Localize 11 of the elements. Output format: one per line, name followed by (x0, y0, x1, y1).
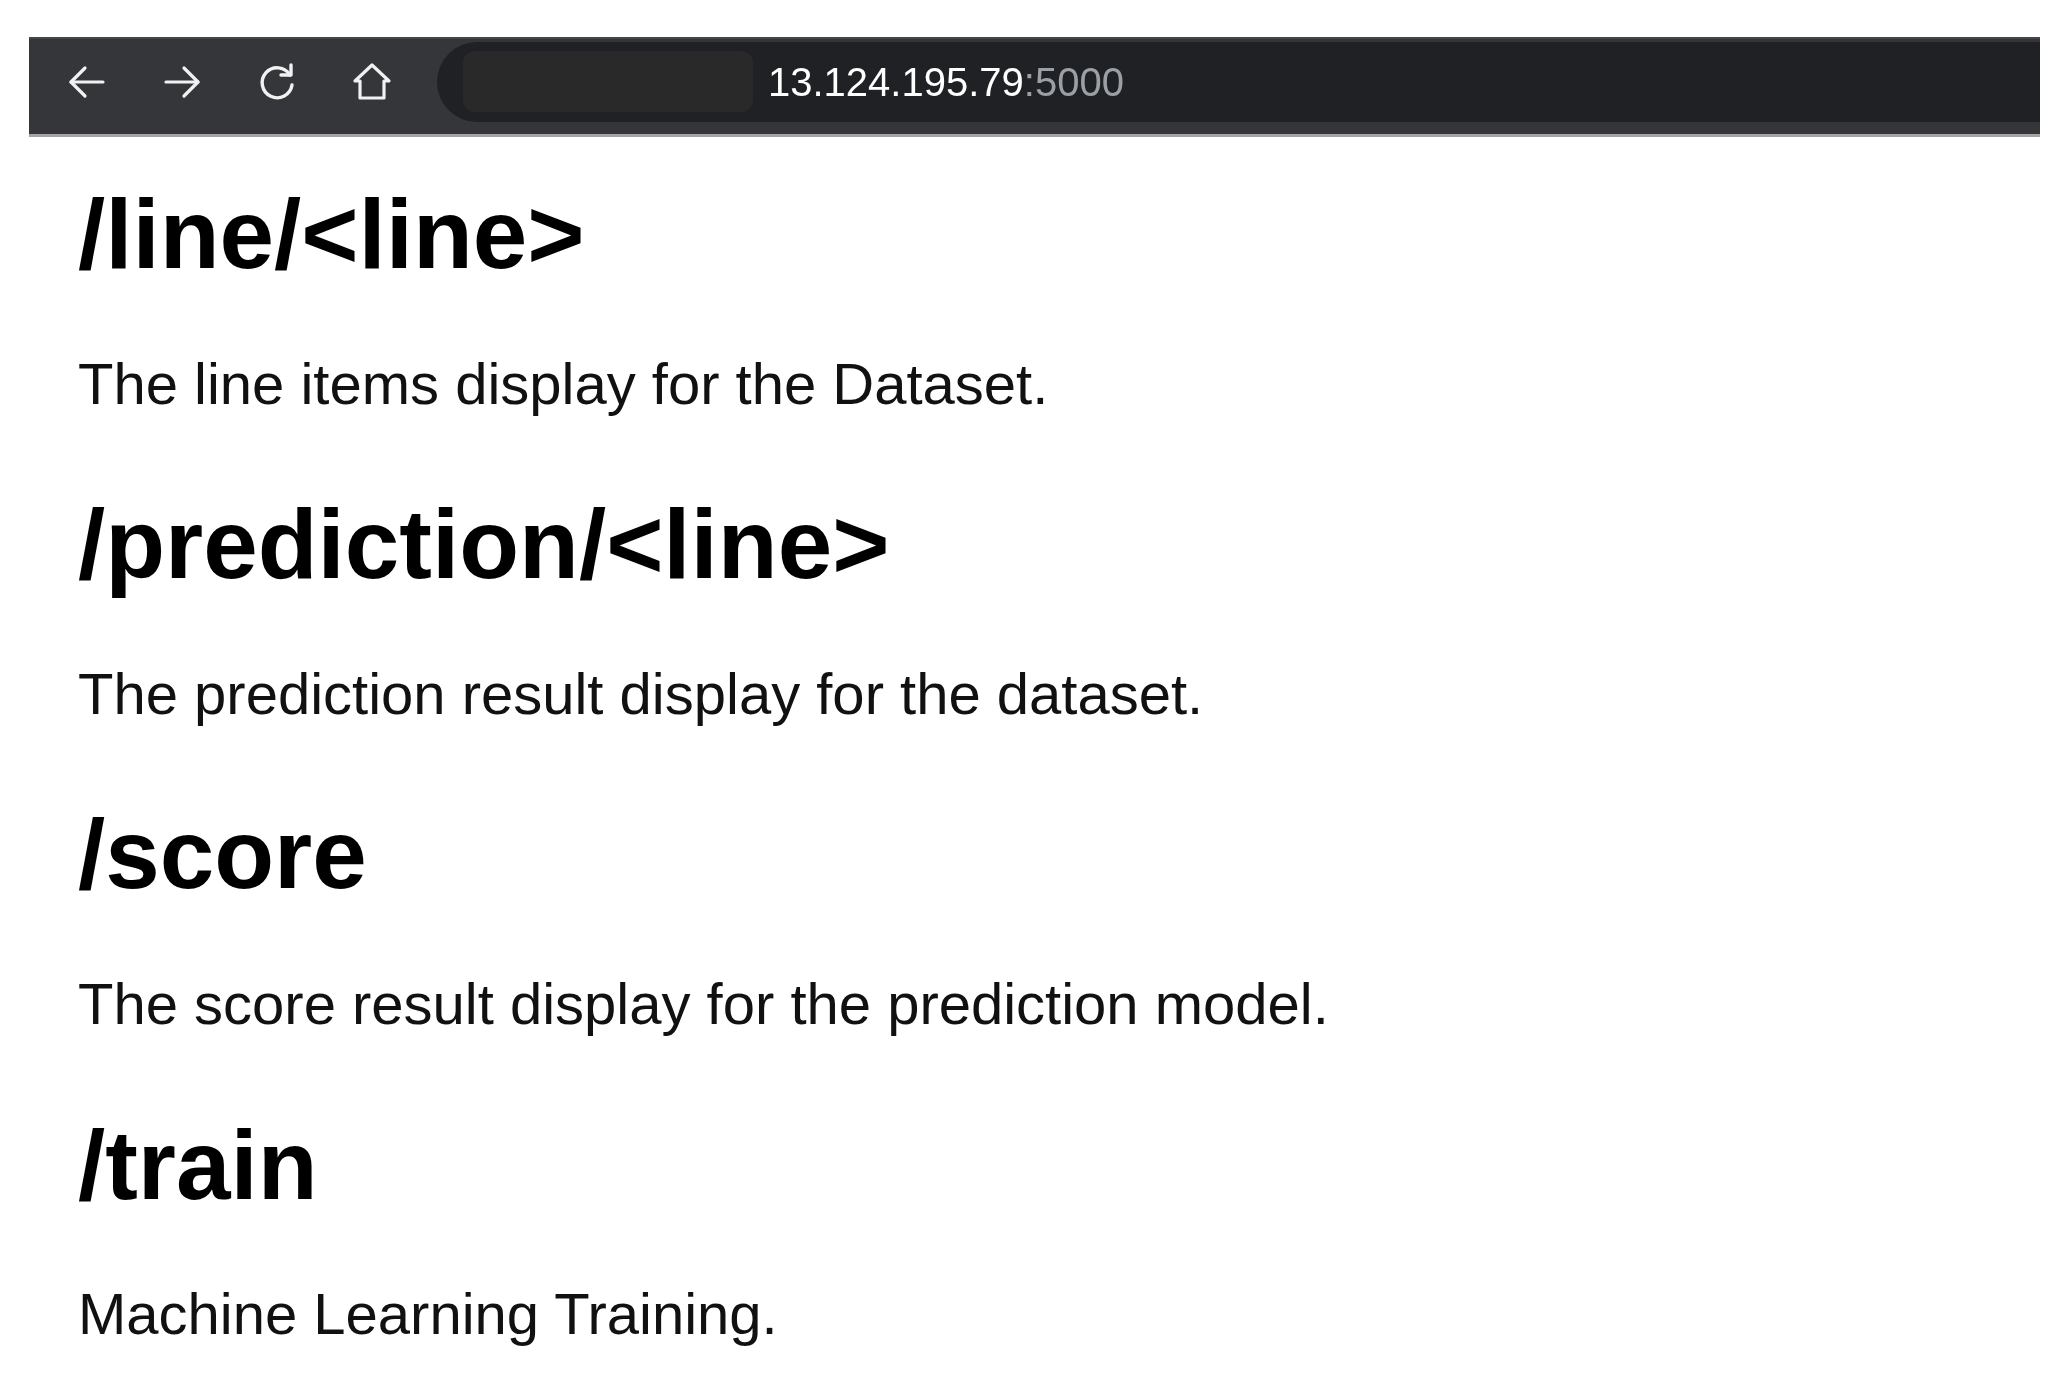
address-bar[interactable]: 13.124.195.79:5000 (437, 41, 2040, 122)
route-heading: /prediction/<line> (78, 488, 891, 602)
home-icon[interactable] (351, 60, 393, 103)
route-heading: /score (78, 798, 368, 912)
route-description: The prediction result display for the dataset. (78, 659, 1205, 728)
route-heading: /train (78, 1108, 319, 1222)
route-description: The line items display for the Dataset. (78, 349, 1050, 418)
url-text: 13.124.195.79:5000 (768, 58, 1124, 106)
route-description: Machine Learning Training. (78, 1280, 779, 1349)
route-heading: /line/<line> (78, 178, 586, 291)
route-description: The score result display for the prediction model. (78, 969, 1330, 1038)
